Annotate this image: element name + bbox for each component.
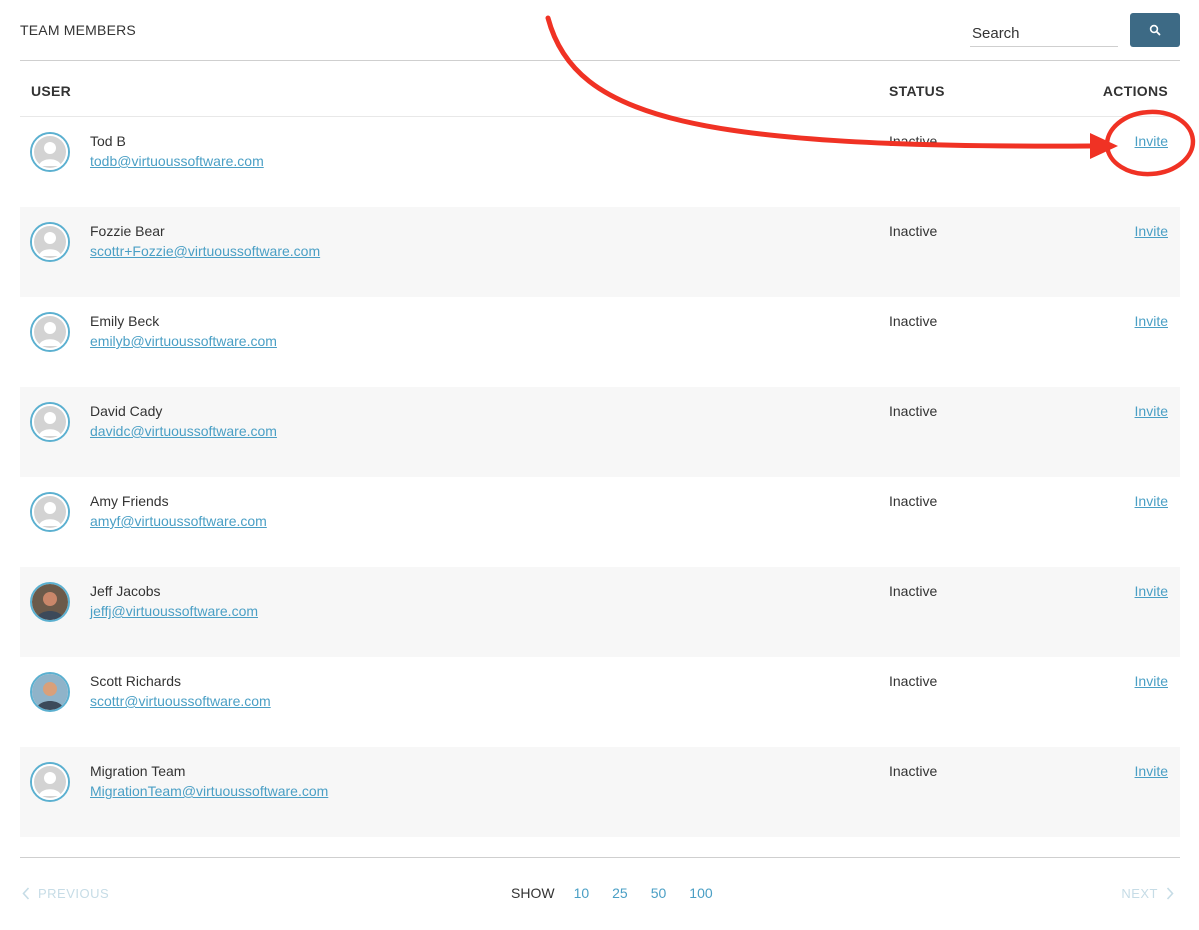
user-name: Tod B xyxy=(90,133,126,149)
user-email-link[interactable]: scottr+Fozzie@virtuoussoftware.com xyxy=(90,243,320,259)
default-avatar-icon xyxy=(32,404,68,440)
avatar xyxy=(30,762,70,802)
default-avatar-icon xyxy=(32,764,68,800)
page-header: TEAM MEMBERS xyxy=(20,0,1180,61)
user-email-link[interactable]: scottr@virtuoussoftware.com xyxy=(90,693,271,709)
next-button[interactable]: NEXT xyxy=(1121,886,1174,901)
avatar xyxy=(30,402,70,442)
table-row: Fozzie Bear scottr+Fozzie@virtuoussoftwar… xyxy=(20,207,1180,297)
team-members-table: Tod B todb@virtuoussoftware.com Inactive In… xyxy=(20,117,1180,837)
invite-link[interactable]: Invite xyxy=(1135,403,1168,419)
user-name: Fozzie Bear xyxy=(90,223,165,239)
table-row: Jeff Jacobs jeffj@virtuoussoftware.com Ina… xyxy=(20,567,1180,657)
footer-divider xyxy=(20,857,1180,858)
invite-link[interactable]: Invite xyxy=(1135,493,1168,509)
page-size-100[interactable]: 100 xyxy=(689,885,712,901)
user-email-link[interactable]: MigrationTeam@virtuoussoftware.com xyxy=(90,783,328,799)
column-header-user: USER xyxy=(31,83,72,99)
user-email-link[interactable]: jeffj@virtuoussoftware.com xyxy=(90,603,258,619)
avatar xyxy=(30,672,70,712)
status-text: Inactive xyxy=(889,493,938,509)
user-name: Amy Friends xyxy=(90,493,169,509)
table-row: David Cady davidc@virtuoussoftware.com Ina… xyxy=(20,387,1180,477)
default-avatar-icon xyxy=(32,494,68,530)
page-title: TEAM MEMBERS xyxy=(20,22,136,38)
search-button[interactable] xyxy=(1130,13,1180,47)
user-email-link[interactable]: davidc@virtuoussoftware.com xyxy=(90,423,277,439)
status-text: Inactive xyxy=(889,673,938,689)
avatar xyxy=(30,312,70,352)
user-name: David Cady xyxy=(90,403,163,419)
status-text: Inactive xyxy=(889,583,938,599)
next-label: NEXT xyxy=(1121,886,1158,901)
chevron-right-icon xyxy=(1166,887,1174,900)
previous-label: PREVIOUS xyxy=(38,886,110,901)
user-photo-icon xyxy=(32,674,68,710)
default-avatar-icon xyxy=(32,314,68,350)
page-size-10[interactable]: 10 xyxy=(574,885,590,901)
user-name: Emily Beck xyxy=(90,313,160,329)
invite-link[interactable]: Invite xyxy=(1135,673,1168,689)
search-icon xyxy=(1149,24,1161,36)
table-row: Migration Team MigrationTeam@virtuoussoft… xyxy=(20,747,1180,837)
page-size-50[interactable]: 50 xyxy=(651,885,667,901)
chevron-left-icon xyxy=(22,887,30,900)
user-name: Scott Richards xyxy=(90,673,182,689)
avatar xyxy=(30,132,70,172)
user-email-link[interactable]: todb@virtuoussoftware.com xyxy=(90,153,264,169)
status-text: Inactive xyxy=(889,223,938,239)
avatar xyxy=(30,222,70,262)
column-header-status: STATUS xyxy=(889,83,945,99)
table-row: Amy Friends amyf@virtuoussoftware.com Inac… xyxy=(20,477,1180,567)
table-row: Emily Beck emilyb@virtuoussoftware.com Ina… xyxy=(20,297,1180,387)
search-input[interactable] xyxy=(970,17,1118,47)
avatar xyxy=(30,492,70,532)
user-email-link[interactable]: emilyb@virtuoussoftware.com xyxy=(90,333,277,349)
status-text: Inactive xyxy=(889,313,938,329)
column-header-actions: ACTIONS xyxy=(1102,83,1168,99)
user-name: Migration Team xyxy=(90,763,186,779)
previous-button[interactable]: PREVIOUS xyxy=(22,886,109,901)
user-email-link[interactable]: amyf@virtuoussoftware.com xyxy=(90,513,267,529)
invite-link[interactable]: Invite xyxy=(1135,763,1168,779)
show-label: SHOW xyxy=(511,885,555,901)
status-text: Inactive xyxy=(889,133,938,149)
page-size-25[interactable]: 25 xyxy=(612,885,628,901)
avatar xyxy=(30,582,70,622)
invite-link[interactable]: Invite xyxy=(1135,223,1168,239)
invite-link[interactable]: Invite xyxy=(1135,583,1168,599)
invite-link[interactable]: Invite xyxy=(1135,133,1168,149)
status-text: Inactive xyxy=(889,403,938,419)
table-row: Scott Richards scottr@virtuoussoftware.co… xyxy=(20,657,1180,747)
status-text: Inactive xyxy=(889,763,938,779)
default-avatar-icon xyxy=(32,134,68,170)
user-name: Jeff Jacobs xyxy=(90,583,161,599)
invite-link[interactable]: Invite xyxy=(1135,313,1168,329)
user-photo-icon xyxy=(32,584,68,620)
table-row: Tod B todb@virtuoussoftware.com Inactive In… xyxy=(20,117,1180,207)
default-avatar-icon xyxy=(32,224,68,260)
page-size-selector: SHOW 10 25 50 100 xyxy=(511,885,736,901)
